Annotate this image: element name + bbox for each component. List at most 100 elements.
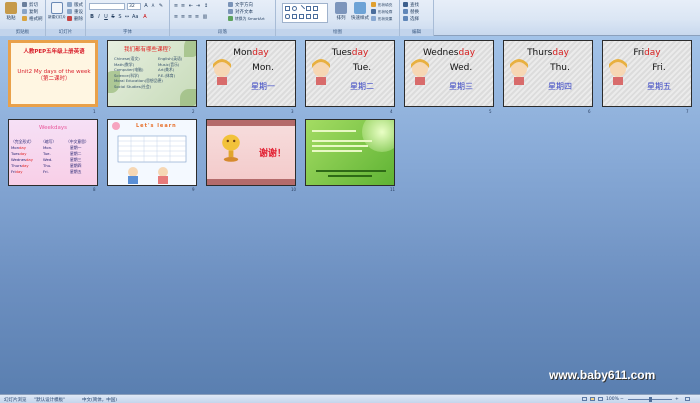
- text-direction-button[interactable]: 文字方向: [228, 2, 253, 8]
- slide-number: 7: [686, 109, 689, 114]
- italic-icon[interactable]: I: [96, 14, 102, 20]
- pen-icon: [371, 9, 376, 14]
- copy-button[interactable]: 复制: [22, 9, 38, 15]
- columns-icon[interactable]: ▥: [202, 14, 208, 20]
- underline-icon[interactable]: U: [103, 14, 109, 20]
- arrange-icon: [335, 2, 347, 14]
- shape-triangle-icon[interactable]: [306, 6, 311, 11]
- day-abbreviation: Thu.: [550, 63, 570, 73]
- shape-effects-button[interactable]: 形状效果: [371, 16, 392, 22]
- replace-button[interactable]: 替换: [403, 9, 419, 15]
- language-status[interactable]: 中文(简体，中国): [82, 397, 117, 403]
- slide-thumbnail-7[interactable]: Friday Fri. 星期五: [602, 40, 692, 107]
- zoom-slider-thumb[interactable]: [649, 397, 652, 402]
- delete-slide-button[interactable]: 删除: [67, 16, 83, 22]
- subject-list-right: English(英语) Music(音乐) Art(美术) P.E.(体育): [158, 56, 183, 78]
- arrange-button[interactable]: 排列: [332, 2, 350, 26]
- change-case-icon[interactable]: Aa: [132, 14, 138, 20]
- shape-brace-icon[interactable]: [306, 14, 311, 19]
- quick-styles-button[interactable]: 快速样式: [351, 2, 369, 26]
- shape-fill-button[interactable]: 形状填充: [371, 2, 392, 8]
- zoom-in-icon[interactable]: +: [675, 397, 679, 402]
- smartart-button[interactable]: 转换为 SmartArt: [228, 16, 265, 22]
- layout-button[interactable]: 版式: [67, 2, 83, 8]
- slide-thumbnail-8[interactable]: Weekdays （完全形式） （缩写） （中文意思） Monday Mon. 星期…: [8, 119, 98, 186]
- group-label-editing: 编辑: [400, 29, 433, 36]
- day-word: Monday: [233, 48, 269, 58]
- slide-number: 5: [489, 109, 492, 114]
- spacing-icon[interactable]: ↔: [124, 14, 130, 20]
- paste-button[interactable]: 粘贴: [2, 2, 20, 26]
- theme-status[interactable]: "默认设计模板": [34, 397, 65, 403]
- shape-oval-icon[interactable]: [292, 6, 297, 11]
- group-label-font: 字体: [86, 29, 169, 36]
- bullets-icon[interactable]: ≡: [173, 3, 179, 9]
- cut-button[interactable]: 剪切: [22, 2, 38, 8]
- day-abbreviation: Tue.: [352, 63, 372, 73]
- align-center-icon[interactable]: ≡: [180, 14, 186, 20]
- align-text-button[interactable]: 对齐文本: [228, 9, 253, 15]
- bold-icon[interactable]: B: [89, 14, 95, 20]
- select-button[interactable]: 选择: [403, 16, 419, 22]
- shapes-gallery[interactable]: [282, 3, 328, 23]
- slide-number: 10: [291, 187, 297, 192]
- shape-arrow-icon[interactable]: [313, 6, 318, 11]
- slide-number: 4: [390, 109, 393, 114]
- day-word: Wednesday: [422, 48, 476, 58]
- slide-thumbnail-11[interactable]: [305, 119, 395, 186]
- font-color-icon[interactable]: A: [142, 14, 148, 20]
- zoom-out-icon[interactable]: −: [620, 397, 624, 402]
- zoom-level[interactable]: 100%: [606, 397, 619, 402]
- cartoon-girl-icon: [411, 59, 429, 85]
- slide-title: 人教PEP五年级上册英语: [23, 49, 85, 55]
- shape-outline-button[interactable]: 形状轮廓: [371, 9, 392, 15]
- grow-font-icon[interactable]: A: [143, 3, 149, 9]
- shadow-icon[interactable]: S: [117, 14, 123, 20]
- new-slide-button[interactable]: 新建幻灯片: [48, 2, 66, 26]
- line-spacing-icon[interactable]: ↕: [203, 3, 209, 9]
- watermark: www.baby611.com: [549, 368, 656, 382]
- slide-thumbnail-2[interactable]: 我们都有哪些课程？ Chinese(语文) Math(数学) Computer(…: [107, 40, 197, 107]
- shape-line-icon[interactable]: [297, 4, 306, 13]
- fit-window-icon[interactable]: [685, 397, 690, 401]
- shape-textbox-icon[interactable]: [313, 14, 318, 19]
- slideshow-view-icon[interactable]: [598, 397, 603, 401]
- slide-thumbnail-4[interactable]: Tuesday Tue. 星期二: [305, 40, 395, 107]
- slide-thumbnail-6[interactable]: Thursday Thu. 星期四: [503, 40, 593, 107]
- normal-view-icon[interactable]: [582, 397, 587, 401]
- slide-number: 1: [93, 109, 96, 114]
- sorter-view-icon[interactable]: [590, 397, 595, 401]
- format-painter-button[interactable]: 格式刷: [22, 16, 43, 22]
- clear-format-icon[interactable]: ✎: [158, 3, 164, 9]
- numbering-icon[interactable]: ≡: [180, 3, 186, 9]
- group-label-slides: 幻灯片: [46, 29, 85, 36]
- day-chinese: 星期二: [350, 82, 374, 91]
- align-right-icon[interactable]: ≡: [187, 14, 193, 20]
- increase-indent-icon[interactable]: ⇥: [195, 3, 201, 9]
- text-line-decoration: [312, 140, 372, 142]
- decrease-indent-icon[interactable]: ⇤: [188, 3, 194, 9]
- footer-band: [207, 179, 295, 185]
- editing-group: 查找 替换 选择 编辑: [400, 0, 434, 36]
- strikethrough-icon[interactable]: S: [110, 14, 116, 20]
- justify-icon[interactable]: ≡: [194, 14, 200, 20]
- shrink-font-icon[interactable]: A: [150, 3, 156, 9]
- slide-thumbnail-3[interactable]: Monday Mon. 星期一: [206, 40, 296, 107]
- font-name-combo[interactable]: [89, 3, 125, 10]
- reset-button[interactable]: 重设: [67, 9, 83, 15]
- shape-rounded-icon[interactable]: [285, 14, 290, 19]
- slide-thumbnail-9[interactable]: Let's learn: [107, 119, 197, 186]
- slide-thumbnail-1[interactable]: 人教PEP五年级上册英语 Unit2 My days of the week （…: [8, 40, 98, 107]
- shape-rectangle-icon[interactable]: [285, 6, 290, 11]
- shape-star-icon[interactable]: [292, 14, 297, 19]
- find-button[interactable]: 查找: [403, 2, 419, 8]
- binoculars-icon: [403, 2, 408, 7]
- slide-subtitle: Unit2 My days of the week （第二课时）: [17, 69, 91, 82]
- drawing-group: 排列 快速样式 形状填充 形状轮廓 形状效果 绘图: [276, 0, 400, 36]
- text-direction-icon: [228, 2, 233, 7]
- slide-thumbnail-5[interactable]: Wednesday Wed. 星期三: [404, 40, 494, 107]
- font-size-combo[interactable]: 32: [127, 3, 141, 10]
- align-left-icon[interactable]: ≡: [173, 14, 179, 20]
- slide-thumbnail-10[interactable]: 谢谢！: [206, 119, 296, 186]
- shape-callout-icon[interactable]: [299, 14, 304, 19]
